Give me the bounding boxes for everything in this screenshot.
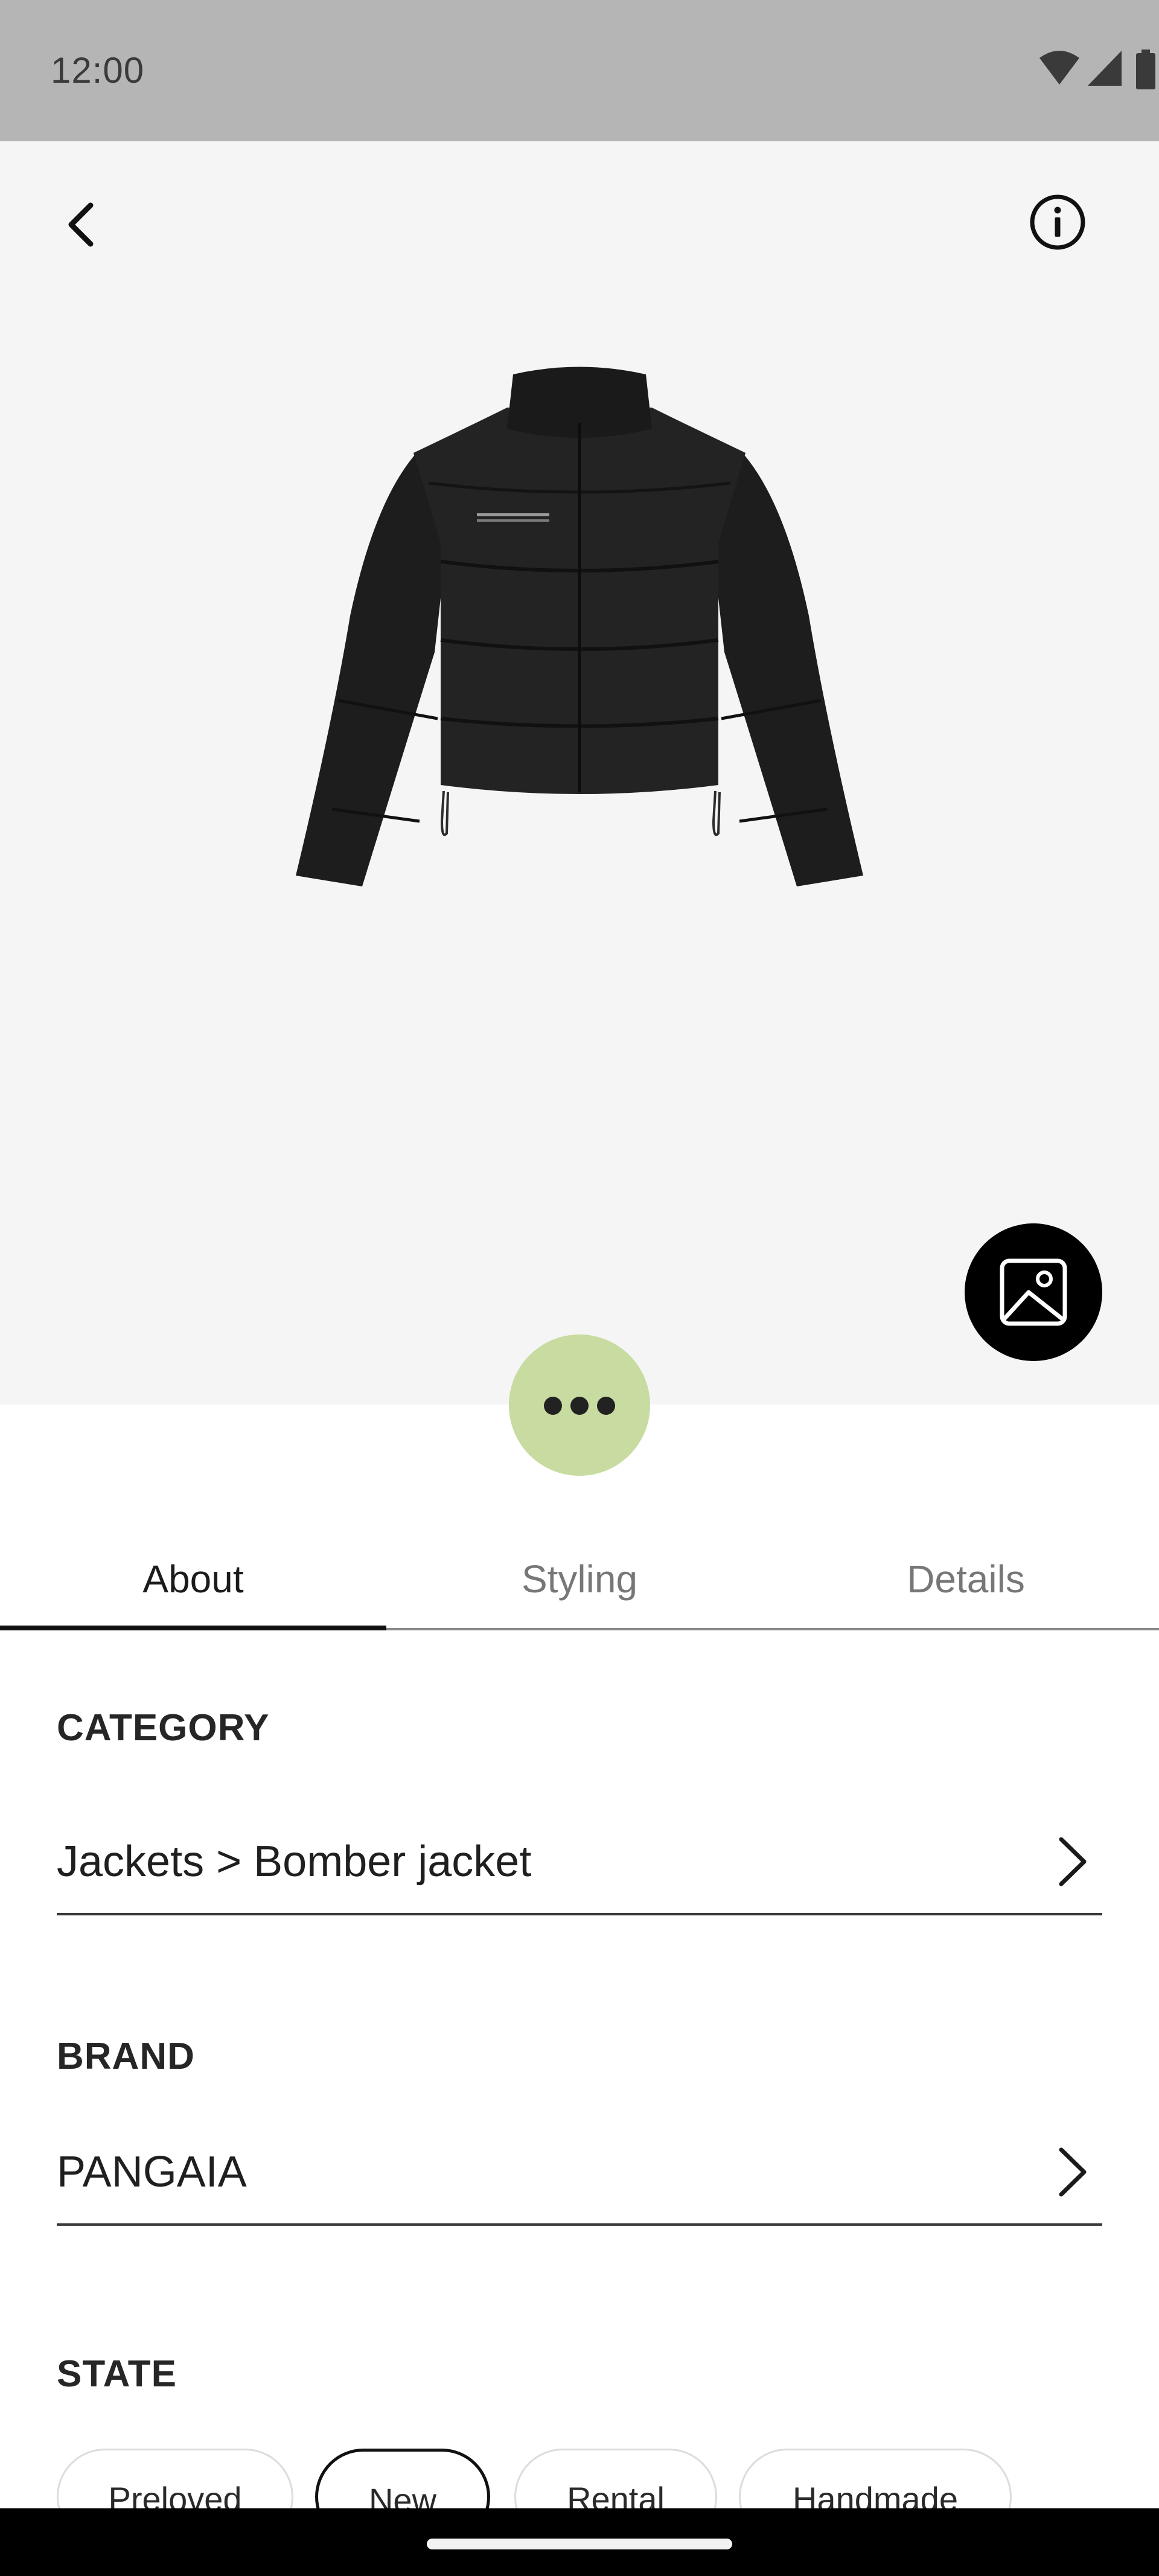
category-field[interactable]: Jackets > Bomber jacket	[57, 1825, 1102, 1915]
wifi-icon	[1039, 51, 1079, 85]
active-tab-indicator	[0, 1626, 386, 1630]
system-navigation-bar	[0, 2508, 1159, 2576]
home-gesture-handle[interactable]	[427, 2539, 732, 2549]
product-image	[296, 367, 863, 886]
more-horizontal-icon-dot	[570, 1397, 589, 1415]
status-time: 12:00	[51, 50, 145, 91]
chevron-left-icon	[68, 202, 94, 247]
brand-label: BRAND	[57, 2036, 195, 2077]
category-label: CATEGORY	[57, 1707, 270, 1749]
category-value: Jackets > Bomber jacket	[57, 1837, 532, 1886]
battery-icon	[1136, 50, 1155, 89]
brand-field[interactable]: PANGAIA	[57, 2138, 1102, 2226]
state-label: STATE	[57, 2353, 177, 2395]
more-horizontal-icon-dot	[597, 1397, 615, 1415]
tab-about[interactable]: About	[0, 1528, 386, 1630]
chevron-right-icon	[1059, 1837, 1087, 1886]
chevron-right-icon	[1059, 2147, 1087, 2197]
more-horizontal-icon	[544, 1397, 562, 1415]
gallery-button[interactable]	[965, 1223, 1102, 1361]
back-button[interactable]	[56, 187, 104, 254]
more-options-button[interactable]	[509, 1334, 650, 1476]
cellular-signal-icon	[1088, 51, 1122, 86]
info-button[interactable]	[1027, 192, 1088, 252]
tab-details[interactable]: Details	[773, 1528, 1159, 1630]
tab-bar: About Styling Details	[0, 1528, 1159, 1630]
image-gallery-icon	[1000, 1258, 1067, 1326]
brand-value: PANGAIA	[57, 2148, 247, 2196]
info-icon	[1030, 194, 1085, 250]
tab-styling[interactable]: Styling	[386, 1528, 773, 1630]
status-bar: 12:00	[0, 0, 1159, 141]
